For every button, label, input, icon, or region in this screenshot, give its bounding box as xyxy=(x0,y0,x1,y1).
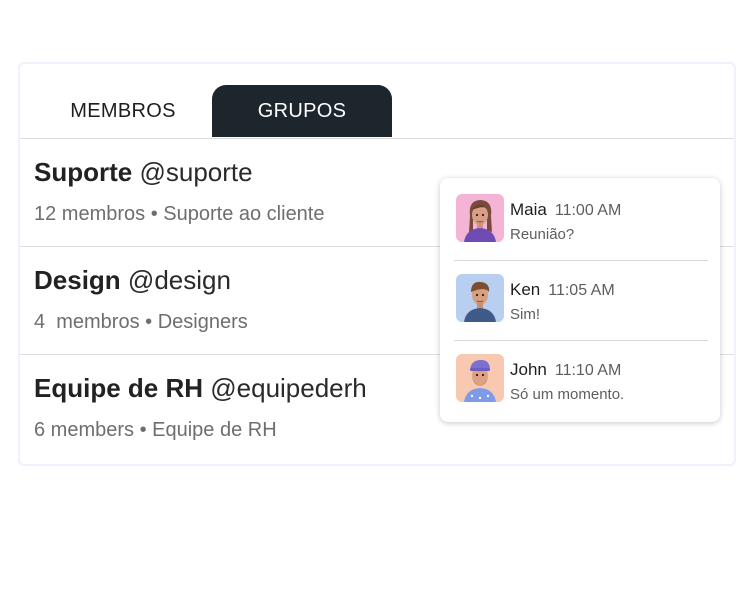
group-subtitle: 12 membros • Suporte ao cliente xyxy=(34,203,325,225)
group-name: Suporte xyxy=(34,157,133,187)
avatar-john xyxy=(456,354,504,402)
avatar-maia xyxy=(456,194,504,242)
group-handle: @suporte xyxy=(139,157,253,187)
avatar-man-icon xyxy=(456,274,504,322)
group-name: Design xyxy=(34,265,121,295)
avatar-man-cap-icon xyxy=(456,354,504,402)
group-subtitle: 6 members • Equipe de RH xyxy=(34,419,277,441)
tab-bar: MEMBROS GRUPOS xyxy=(20,64,734,139)
chat-message[interactable]: John 11:10 AM Só um momento. xyxy=(440,338,720,418)
group-name: Equipe de RH xyxy=(34,373,204,403)
chat-preview-popup: Maia 11:00 AM Reunião? Ken 11:05 AM Sim! xyxy=(440,178,720,422)
group-title: Suporte @suporte xyxy=(34,157,253,188)
message-header: Maia 11:00 AM xyxy=(510,200,621,220)
message-author: John xyxy=(510,360,547,379)
chat-message[interactable]: Maia 11:00 AM Reunião? xyxy=(440,178,720,258)
tab-groups[interactable]: GRUPOS xyxy=(212,85,392,137)
tab-members[interactable]: MEMBROS xyxy=(34,85,212,137)
message-text: Só um momento. xyxy=(510,386,625,403)
message-time: 11:05 AM xyxy=(548,282,615,299)
message-text: Sim! xyxy=(510,306,540,323)
message-author: Ken xyxy=(510,280,541,299)
avatar-woman-icon xyxy=(456,194,504,242)
message-header: John 11:10 AM xyxy=(510,360,621,380)
chat-message[interactable]: Ken 11:05 AM Sim! xyxy=(440,258,720,338)
group-title: Design @design xyxy=(34,265,231,296)
group-handle: @equipederh xyxy=(210,373,367,403)
message-header: Ken 11:05 AM xyxy=(510,280,615,300)
message-time: 11:00 AM xyxy=(554,202,622,219)
group-subtitle: 4 membros • Designers xyxy=(34,311,248,333)
group-title: Equipe de RH @equipederh xyxy=(34,373,367,404)
message-time: 11:10 AM xyxy=(554,362,622,379)
message-text: Reunião? xyxy=(510,226,575,243)
avatar-ken xyxy=(456,274,504,322)
message-author: Maia xyxy=(510,200,547,219)
group-handle: @design xyxy=(127,265,231,295)
